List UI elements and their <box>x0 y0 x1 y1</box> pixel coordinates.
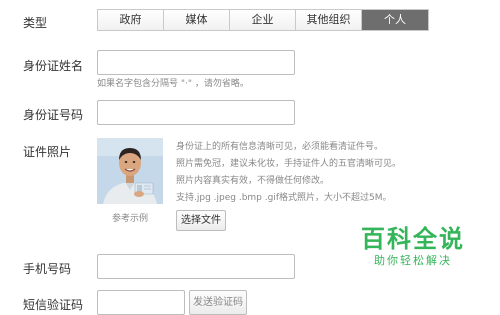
example-caption: 参考示例 <box>112 214 149 224</box>
type-segmented-control: 政府 媒体 企业 其他组织 个人 <box>97 9 429 31</box>
sms-code-input[interactable] <box>97 290 185 315</box>
phone-input[interactable] <box>97 254 295 279</box>
photo-instruction-1: 身份证上的所有信息清晰可见，必须能看清证件号。 <box>176 142 384 152</box>
photo-instruction-3: 照片内容真实有效，不得做任何修改。 <box>176 176 330 186</box>
watermark-sub-text: 助你轻松解决 <box>374 254 452 267</box>
type-option-media[interactable]: 媒体 <box>164 10 230 30</box>
type-option-other-org[interactable]: 其他组织 <box>296 10 362 30</box>
type-option-individual[interactable]: 个人 <box>362 10 428 30</box>
type-option-enterprise[interactable]: 企业 <box>230 10 296 30</box>
sms-code-label: 短信验证码 <box>23 298 84 312</box>
id-number-input[interactable] <box>97 100 295 125</box>
choose-file-button[interactable]: 选择文件 <box>176 210 226 231</box>
photo-instruction-2: 照片需免冠，建议未化妆，手持证件人的五官清晰可见。 <box>176 159 402 169</box>
id-name-input[interactable] <box>97 50 295 75</box>
photo-instruction-4: 支持.jpg .jpeg .bmp .gif格式照片，大小不超过5M。 <box>176 193 392 203</box>
id-name-label: 身份证姓名 <box>23 59 84 73</box>
watermark-main-text: 百科全说 <box>361 225 465 253</box>
type-label: 类型 <box>23 16 48 30</box>
send-code-button[interactable]: 发送验证码 <box>189 290 247 315</box>
id-photo-label: 证件照片 <box>23 145 72 159</box>
watermark-logo: 百科全说 助你轻松解决 <box>338 225 488 269</box>
example-photo <box>97 138 163 204</box>
type-option-government[interactable]: 政府 <box>98 10 164 30</box>
id-number-label: 身份证号码 <box>23 108 84 122</box>
id-name-hint: 如果名字包含分隔号 "·" ，请勿省略。 <box>97 79 249 89</box>
phone-label: 手机号码 <box>23 262 72 276</box>
